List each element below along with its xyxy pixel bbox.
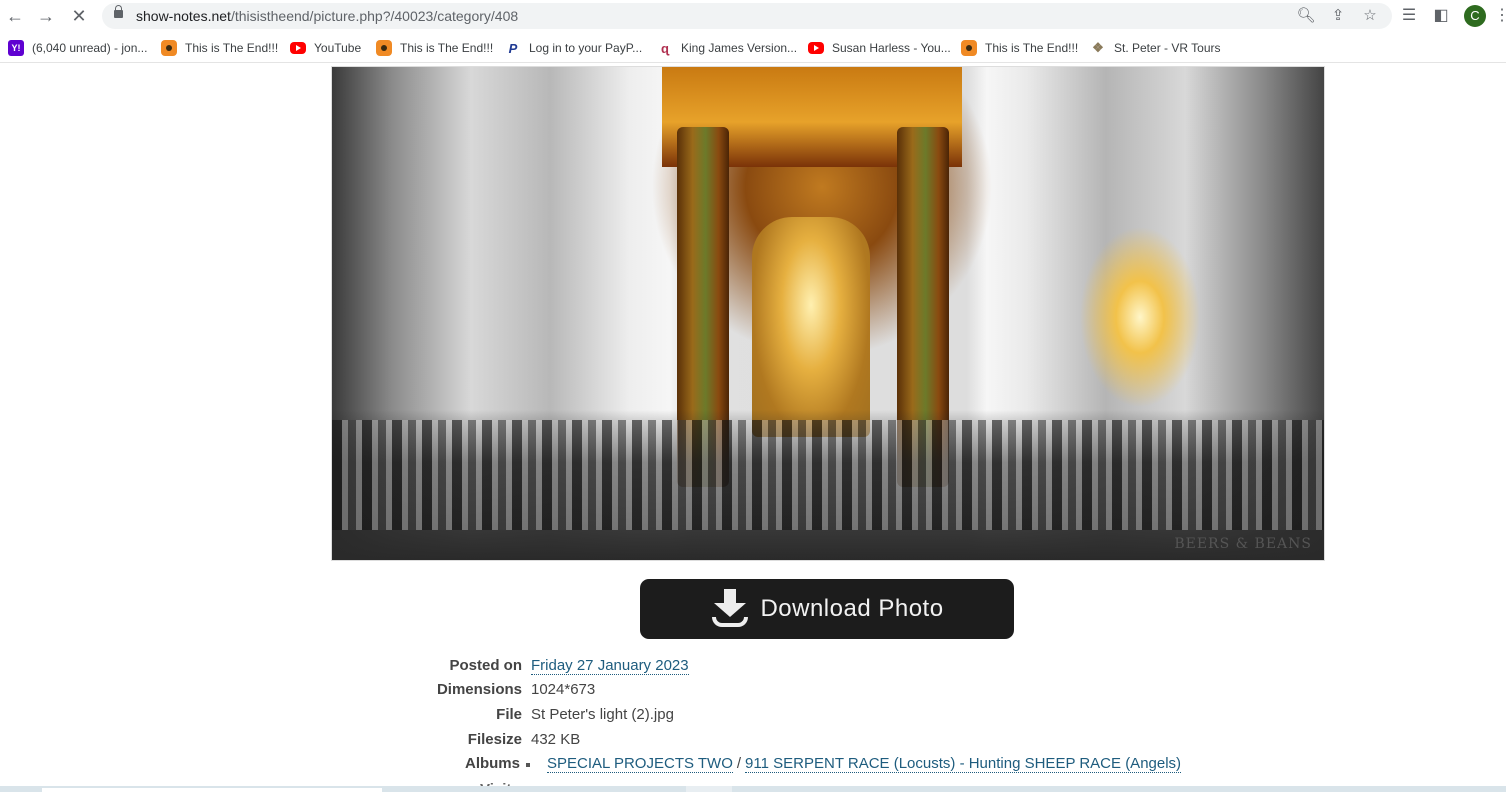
bookmark-susan-harless[interactable]: Susan Harless - You... bbox=[808, 40, 951, 56]
download-photo-button[interactable]: Download Photo bbox=[640, 579, 1014, 639]
lock-icon bbox=[114, 5, 123, 18]
bookmark-youtube[interactable]: YouTube bbox=[290, 40, 361, 56]
detail-filesize: Filesize 432 KB bbox=[0, 731, 1506, 753]
bookmark-label: This is The End!!! bbox=[400, 41, 494, 55]
bookmarks-bar: Y! (6,040 unread) - jon... This is The En… bbox=[0, 34, 1506, 63]
bookmark-label: This is The End!!! bbox=[985, 41, 1079, 55]
photo-altar-region bbox=[752, 217, 870, 437]
photo-crowd-region bbox=[332, 420, 1324, 530]
detail-albums: Albums SPECIAL PROJECTS TWO/911 SERPENT … bbox=[0, 755, 1506, 777]
taskbar-segment bbox=[42, 788, 382, 792]
detail-posted-on: Posted on Friday 27 January 2023 bbox=[0, 657, 1506, 679]
arrow-left-icon: ← bbox=[6, 6, 24, 26]
bookmark-label: This is The End!!! bbox=[185, 41, 279, 55]
bookmark-label: YouTube bbox=[314, 41, 362, 55]
kjv-icon: ɋ bbox=[661, 40, 669, 56]
bookmark-label: Log in to your PayP... bbox=[529, 41, 643, 55]
vr-tours-icon: ❖ bbox=[1092, 40, 1104, 55]
camera-icon bbox=[961, 40, 977, 56]
photo-watermark: BEERS & BEANS bbox=[1174, 536, 1312, 552]
detail-label: Posted on bbox=[449, 657, 522, 674]
download-photo-label: Download Photo bbox=[760, 595, 944, 622]
bookmark-yahoo-mail[interactable]: Y! (6,040 unread) - jon... bbox=[8, 40, 147, 56]
bookmark-king-james[interactable]: ɋ King James Version... bbox=[657, 40, 797, 56]
arrow-right-icon: → bbox=[37, 6, 55, 26]
camera-icon bbox=[161, 40, 177, 56]
bookmark-this-is-the-end-3[interactable]: This is The End!!! bbox=[961, 40, 1078, 56]
detail-file: File St Peter's light (2).jpg bbox=[0, 706, 1506, 728]
album-separator: / bbox=[736, 755, 742, 772]
youtube-icon bbox=[290, 42, 306, 54]
profile-avatar[interactable]: C bbox=[1464, 5, 1486, 27]
bookmark-label: St. Peter - VR Tours bbox=[1114, 41, 1221, 55]
share-icon[interactable]: ⇪ bbox=[1328, 6, 1348, 26]
side-panel-icon[interactable]: ◧ bbox=[1430, 5, 1452, 27]
detail-label: File bbox=[496, 706, 522, 723]
bookmark-star-icon[interactable]: ☆ bbox=[1360, 6, 1380, 26]
bookmark-label: King James Version... bbox=[681, 41, 798, 55]
bookmark-st-peter-vr[interactable]: ❖ St. Peter - VR Tours bbox=[1090, 40, 1220, 56]
detail-label: Dimensions bbox=[436, 681, 522, 698]
taskbar-edge bbox=[0, 786, 1506, 792]
url-host: show-notes.net bbox=[136, 8, 231, 24]
download-icon bbox=[710, 587, 750, 631]
bookmark-label: (6,040 unread) - jon... bbox=[32, 41, 148, 55]
back-button[interactable]: ← bbox=[4, 5, 26, 27]
detail-value: St Peter's light (2).jpg bbox=[531, 706, 674, 723]
detail-dimensions: Dimensions 1024*673 bbox=[0, 681, 1506, 703]
taskbar-segment bbox=[686, 786, 732, 792]
list-bullet bbox=[526, 763, 530, 767]
album-link-child[interactable]: 911 SERPENT RACE (Locusts) - Hunting SHE… bbox=[745, 755, 1182, 773]
stop-loading-button[interactable]: ✕ bbox=[68, 5, 90, 27]
posted-date-link[interactable]: Friday 27 January 2023 bbox=[531, 657, 689, 675]
album-link-parent[interactable]: SPECIAL PROJECTS TWO bbox=[547, 755, 733, 773]
media-control-icon[interactable]: ☰ bbox=[1398, 5, 1420, 27]
detail-value: 1024*673 bbox=[531, 681, 596, 698]
detail-label: Albums bbox=[464, 755, 520, 772]
paypal-icon: P bbox=[508, 40, 518, 56]
bookmark-this-is-the-end-2[interactable]: This is The End!!! bbox=[376, 40, 493, 56]
url-path: /thisistheend/picture.php?/40023/categor… bbox=[230, 8, 519, 24]
forward-button[interactable]: → bbox=[35, 5, 57, 27]
kebab-menu-icon[interactable]: ⋮ bbox=[1494, 5, 1506, 27]
bookmark-label: Susan Harless - You... bbox=[832, 41, 951, 55]
address-bar[interactable]: show-notes.net/thisistheend/picture.php?… bbox=[102, 3, 1392, 29]
album-path: SPECIAL PROJECTS TWO/911 SERPENT RACE (L… bbox=[547, 755, 1182, 773]
bookmark-this-is-the-end-1[interactable]: This is The End!!! bbox=[161, 40, 278, 56]
yahoo-mail-icon: Y! bbox=[8, 40, 24, 56]
camera-icon bbox=[376, 40, 392, 56]
close-icon: ✕ bbox=[71, 6, 87, 26]
bookmark-paypal[interactable]: P Log in to your PayP... bbox=[505, 40, 643, 56]
browser-toolbar: ← → ✕ show-notes.net/thisistheend/pictur… bbox=[0, 0, 1506, 32]
detail-value: 432 KB bbox=[531, 731, 581, 748]
url-text[interactable]: show-notes.net/thisistheend/picture.php?… bbox=[136, 8, 518, 24]
main-photo[interactable]: BEERS & BEANS bbox=[331, 66, 1325, 561]
zoom-icon[interactable]: 🔍︎ bbox=[1296, 6, 1316, 26]
detail-label: Filesize bbox=[467, 731, 522, 748]
youtube-icon bbox=[808, 42, 824, 54]
